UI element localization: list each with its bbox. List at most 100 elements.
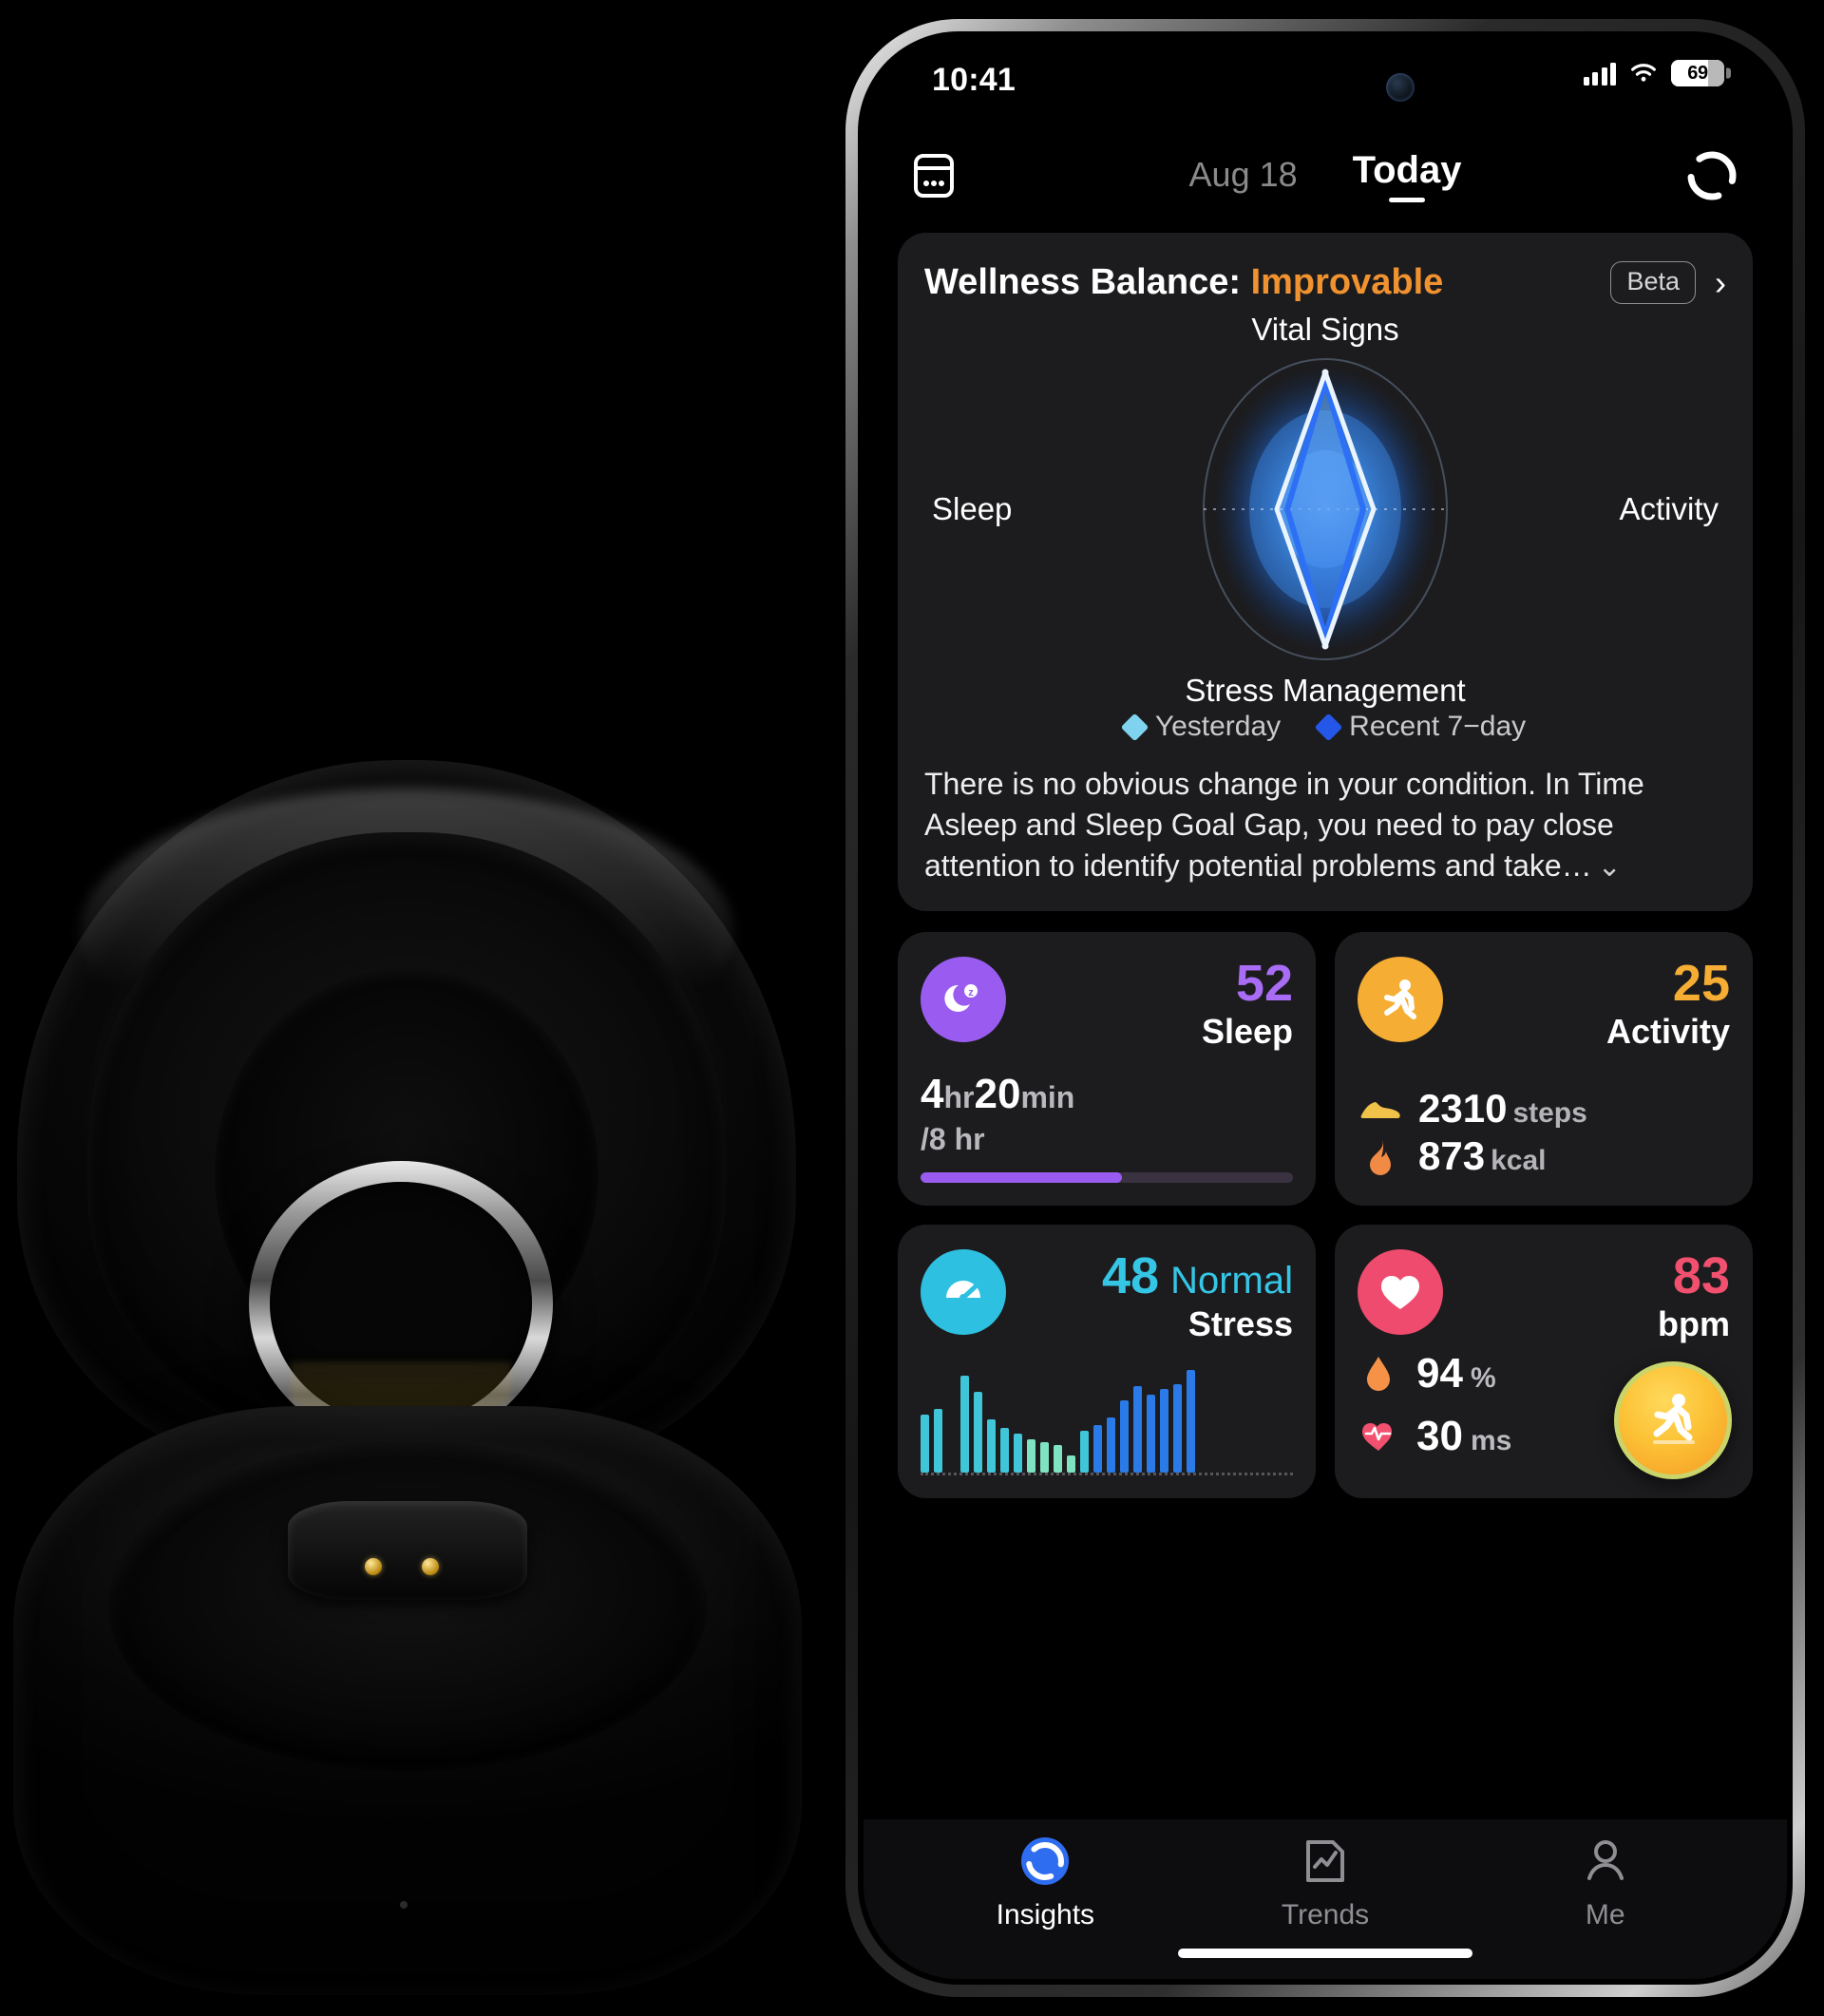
stress-score: 48 — [1102, 1246, 1160, 1304]
activity-card[interactable]: 25 Activity 2310 steps 873 kcal — [1335, 931, 1753, 1206]
legend-diamond-icon — [1314, 713, 1343, 741]
chevron-right-icon[interactable]: › — [1709, 265, 1726, 300]
stress-bar — [987, 1419, 996, 1473]
running-person-icon — [1358, 956, 1443, 1042]
start-workout-button[interactable] — [1614, 1360, 1732, 1479]
dynamic-island — [1211, 58, 1439, 117]
steps-number: 2310 — [1418, 1085, 1508, 1131]
person-icon — [1583, 1833, 1628, 1890]
stress-label: Stress — [1188, 1304, 1293, 1344]
calories-number: 873 — [1418, 1132, 1486, 1178]
spo2-unit: % — [1470, 1361, 1496, 1394]
radar-legend: Yesterday Recent 7−day — [924, 711, 1726, 743]
spo2-number: 94 — [1416, 1349, 1463, 1397]
wellness-balance-card[interactable]: Wellness Balance: Improvable Beta › Vita… — [898, 233, 1753, 911]
stress-bar — [1093, 1425, 1102, 1473]
hrv-number: 30 — [1416, 1412, 1463, 1459]
calories-unit: kcal — [1491, 1144, 1547, 1176]
sleep-card[interactable]: z 52 Sleep 4hr20min /8 hr — [898, 931, 1316, 1206]
heart-rate-value: 83 — [1672, 1246, 1730, 1304]
smart-ring-charging-case-photo — [0, 0, 836, 2016]
tab-insights-label: Insights — [996, 1899, 1095, 1930]
stress-bar — [1067, 1455, 1075, 1473]
calories-value: 873 kcal — [1418, 1133, 1546, 1178]
tab-today[interactable]: Today — [1353, 149, 1461, 202]
radar-svg — [1203, 358, 1448, 660]
sleep-score: 52 — [1235, 954, 1293, 1012]
screenshot-root: 10:41 69 Aug 18 Today Wellness Balance: … — [0, 0, 1824, 2016]
home-indicator — [1178, 1949, 1472, 1958]
tab-trends-label: Trends — [1281, 1899, 1370, 1930]
stress-bar — [1000, 1428, 1009, 1473]
status-icons: 69 — [1583, 60, 1731, 86]
hrv-value: 30 ms — [1416, 1413, 1511, 1460]
stress-bar — [1027, 1438, 1036, 1473]
legend-item-recent: Recent 7−day — [1314, 711, 1527, 743]
heart-rate-card[interactable]: 83 bpm 94% 30 ms — [1335, 1224, 1753, 1498]
wellness-title-prefix: Wellness Balance: — [924, 262, 1251, 302]
chevron-down-icon[interactable]: ⌄ — [1598, 851, 1622, 883]
bottom-tab-bar: Insights Trends Me — [864, 1819, 1787, 1979]
charging-case-base — [13, 1406, 802, 1995]
sleep-hours-unit: hr — [943, 1079, 975, 1114]
activity-score: 25 — [1672, 954, 1730, 1012]
stress-bar — [1187, 1369, 1195, 1473]
tab-previous-date[interactable]: Aug 18 — [1189, 149, 1298, 195]
stress-bar — [921, 1414, 929, 1473]
heart-pulse-icon — [1358, 1420, 1399, 1453]
run-workout-icon — [1653, 1393, 1695, 1444]
stress-bar — [960, 1375, 969, 1473]
stress-bar — [1014, 1434, 1022, 1473]
case-led-indicator — [399, 1900, 408, 1909]
sleep-minutes: 20 — [974, 1070, 1021, 1117]
legend-diamond-icon — [1120, 713, 1150, 741]
cellular-signal-icon — [1583, 61, 1616, 86]
radar-axis-label-left: Sleep — [932, 491, 1013, 526]
stress-card[interactable]: 48 Normal Stress — [898, 1224, 1316, 1498]
stress-bar — [934, 1408, 942, 1473]
ring-dock — [287, 1500, 528, 1600]
charging-pin — [422, 1558, 440, 1576]
front-camera-icon — [1386, 73, 1415, 102]
blood-drop-icon — [1358, 1355, 1399, 1393]
tab-me-label: Me — [1585, 1899, 1625, 1930]
legend-label: Recent 7−day — [1349, 711, 1527, 742]
tab-insights[interactable]: Insights — [905, 1833, 1186, 1931]
stress-score-line: 48 Normal — [1102, 1249, 1293, 1303]
battery-percent: 69 — [1687, 62, 1708, 84]
sleep-minutes-unit: min — [1020, 1079, 1075, 1114]
stress-state: Normal — [1170, 1259, 1293, 1302]
wifi-icon — [1631, 64, 1656, 82]
stress-bar — [1133, 1386, 1142, 1473]
steps-value: 2310 steps — [1418, 1086, 1587, 1131]
stress-bar — [1040, 1441, 1049, 1473]
phone-device: 10:41 69 Aug 18 Today Wellness Balance: … — [846, 19, 1805, 1997]
radar-axis-label-top: Vital Signs — [1251, 312, 1399, 347]
calories-row: 873 kcal — [1358, 1133, 1730, 1178]
phone-screen: 10:41 69 Aug 18 Today Wellness Balance: … — [864, 37, 1787, 1979]
sleep-goal: /8 hr — [921, 1121, 985, 1156]
stress-bar — [1120, 1400, 1129, 1473]
tab-me[interactable]: Me — [1465, 1833, 1745, 1931]
stress-chart-baseline — [921, 1472, 1293, 1475]
steps-row: 2310 steps — [1358, 1086, 1730, 1131]
header-tabs: Aug 18 Today — [864, 149, 1787, 202]
stress-bar — [1107, 1417, 1115, 1473]
sleep-progress-bar — [921, 1171, 1293, 1183]
tab-trends[interactable]: Trends — [1186, 1833, 1466, 1931]
hrv-unit: ms — [1470, 1424, 1512, 1456]
status-time: 10:41 — [932, 62, 1016, 98]
stress-bar — [1173, 1383, 1182, 1473]
legend-item-yesterday: Yesterday — [1120, 711, 1281, 743]
app-header: Aug 18 Today — [864, 124, 1787, 227]
scroll-content: Wellness Balance: Improvable Beta › Vita… — [864, 227, 1787, 1819]
wellness-description[interactable]: There is no obvious change in your condi… — [924, 764, 1726, 886]
wellness-title: Wellness Balance: Improvable — [924, 262, 1443, 303]
phone-bezel: 10:41 69 Aug 18 Today Wellness Balance: … — [858, 31, 1793, 1985]
trends-chart-icon — [1302, 1833, 1348, 1890]
wellness-radar-chart: Vital Signs Sleep Activity Stress Manage… — [924, 310, 1726, 709]
moon-zzz-icon: z — [921, 956, 1006, 1042]
wellness-status: Improvable — [1250, 262, 1444, 302]
shoe-icon — [1358, 1094, 1403, 1123]
stress-bar — [1080, 1431, 1089, 1473]
